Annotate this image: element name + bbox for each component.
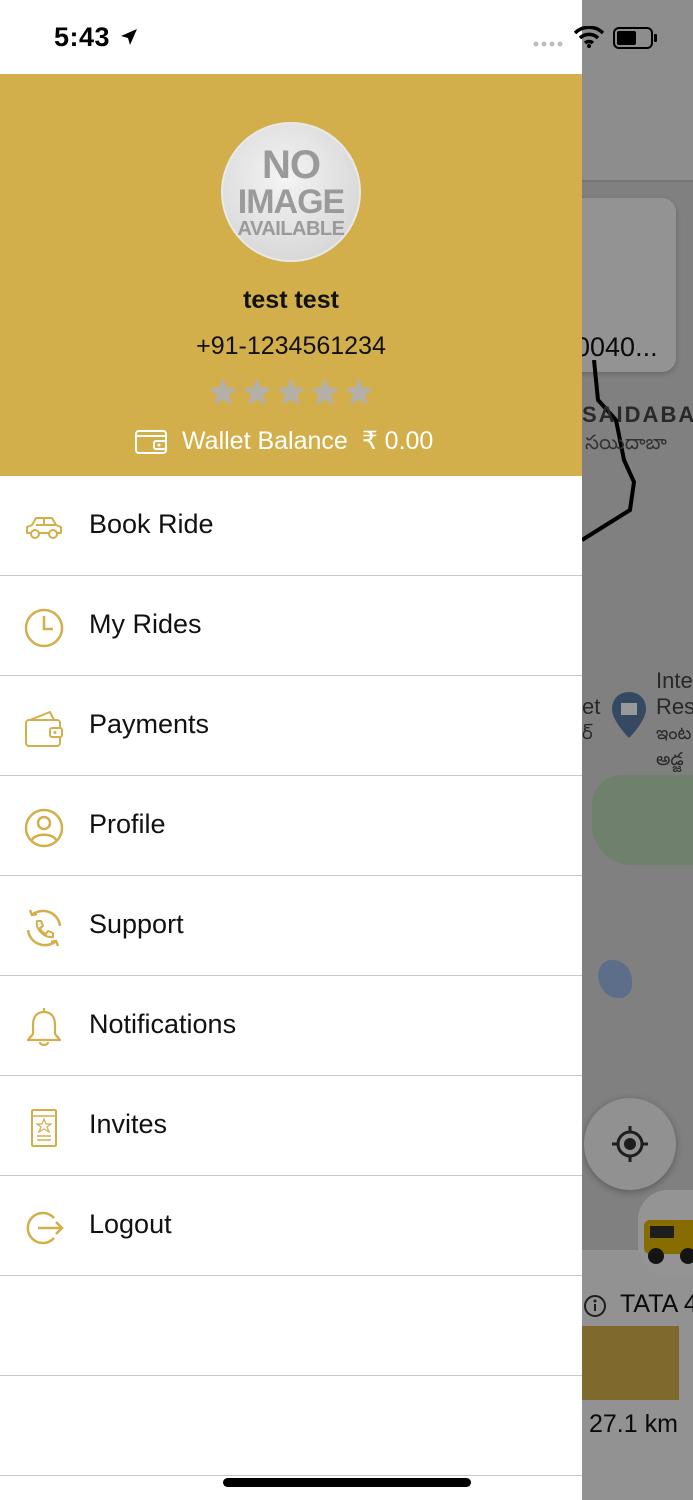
menu-item-profile[interactable]: Profile [0,776,582,876]
user-phone: +91-1234561234 [196,332,386,360]
wifi-icon [574,26,604,48]
star-icon [277,378,305,406]
rating-stars [207,376,375,408]
user-icon [24,808,64,848]
cellular-signal-icon [533,41,563,47]
menu-label: Book Ride [89,509,214,539]
wallet-label: Wallet Balance [182,426,348,455]
car-icon [26,517,62,539]
wallet-icon [25,710,63,747]
location-arrow-icon [121,29,137,45]
wallet-balance[interactable]: Wallet Balance ₹ 0.00 [134,426,433,456]
phone-support-icon [26,909,62,947]
menu-item-support[interactable]: Support [0,876,582,976]
logout-icon [26,1211,64,1245]
profile-header: NO IMAGE AVAILABLE test test +91-1234561… [0,74,582,476]
menu-item-book-ride[interactable]: Book Ride [0,476,582,576]
wallet-icon [135,430,167,454]
invite-card-icon [31,1109,57,1147]
battery-icon [613,27,657,49]
menu-item-payments[interactable]: Payments [0,676,582,776]
menu-label: Profile [89,809,166,839]
menu-label: Payments [89,709,210,739]
menu-label: Invites [89,1109,168,1139]
menu-spacer [0,1376,582,1476]
user-name: test test [243,286,339,314]
star-icon [311,378,339,406]
status-bar: 5:43 [0,0,693,74]
bell-icon [26,1008,62,1047]
status-time: 5:43 [54,22,111,52]
star-icon [209,378,237,406]
menu-label: Logout [89,1209,172,1239]
menu-label: My Rides [89,609,202,639]
menu-label: Notifications [89,1009,237,1039]
clock-icon [24,608,64,648]
menu-spacer [0,1276,582,1376]
drawer-menu: Book Ride My Rides Payments Profile Supp… [0,476,582,1476]
avatar[interactable]: NO IMAGE AVAILABLE [221,122,361,262]
menu-item-my-rides[interactable]: My Rides [0,576,582,676]
star-icon [243,378,271,406]
navigation-drawer: NO IMAGE AVAILABLE test test +91-1234561… [0,0,582,1500]
wallet-amount: ₹ 0.00 [361,427,434,455]
home-indicator [223,1478,471,1487]
menu-item-invites[interactable]: Invites [0,1076,582,1176]
menu-item-logout[interactable]: Logout [0,1176,582,1276]
menu-item-notifications[interactable]: Notifications [0,976,582,1076]
menu-label: Support [89,909,184,939]
star-icon [345,378,373,406]
